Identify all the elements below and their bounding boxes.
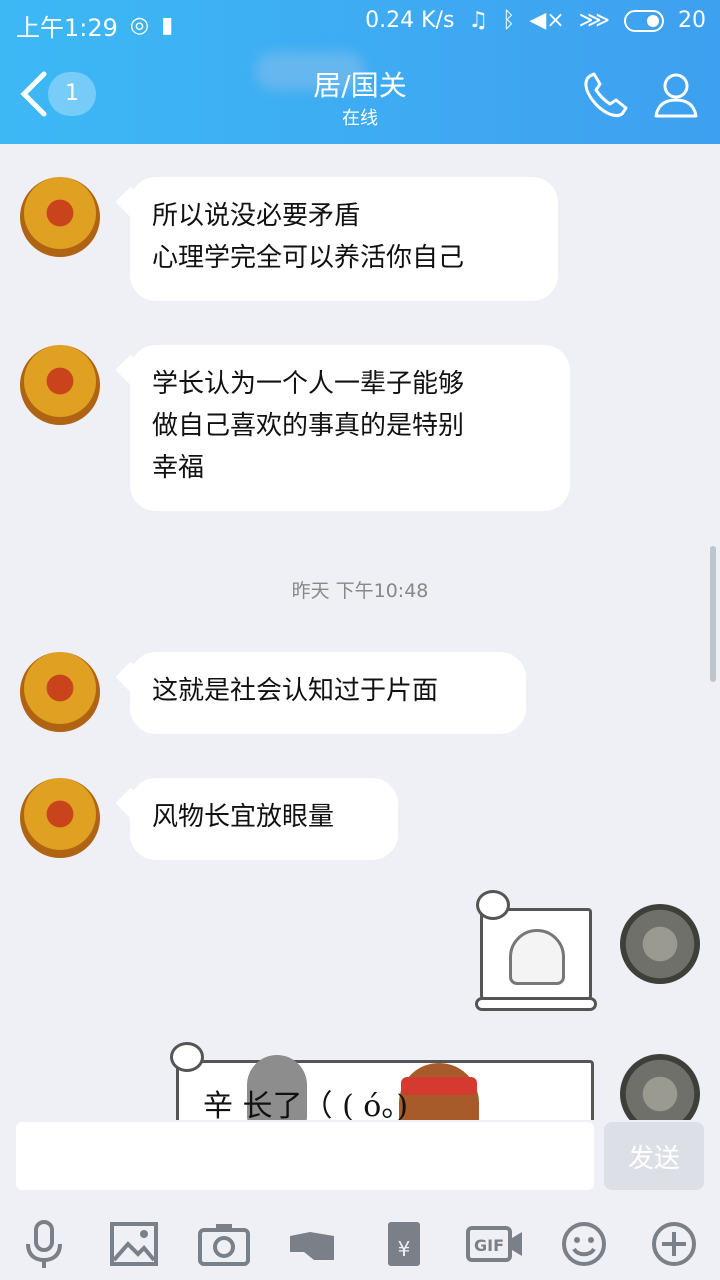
scroll-decoration (475, 997, 597, 1011)
face-icon (476, 890, 510, 920)
message-line: 幸福 (152, 453, 205, 483)
camera-icon[interactable] (194, 1216, 254, 1272)
my-avatar[interactable] (620, 904, 700, 984)
sticker-message[interactable] (475, 908, 597, 1011)
message-line: 学长认为一个人一辈子能够 (152, 369, 465, 399)
headphones-icon: ♫ (468, 8, 489, 33)
redpacket-icon[interactable]: ¥ (374, 1216, 434, 1272)
chat-header: 1 居/国关 在线 (0, 46, 720, 144)
message-line: 风物长宜放眼量 (152, 802, 335, 832)
user-icon (654, 73, 698, 118)
message-line: 心理学完全可以养活你自己 (152, 243, 465, 273)
contact-avatar[interactable] (20, 345, 100, 425)
profile-button[interactable] (652, 70, 700, 120)
message-line: 这就是社会认知过于片面 (152, 676, 439, 706)
contact-avatar[interactable] (20, 652, 100, 732)
bluetooth-icon: ᛒ (502, 8, 516, 33)
message-bubble[interactable]: 所以说没必要矛盾 心理学完全可以养活你自己 (130, 177, 558, 301)
sticker-text: 辛 长了（ ( ó。) (203, 1089, 409, 1120)
message-bubble[interactable]: 学长认为一个人一辈子能够 做自己喜欢的事真的是特别 幸福 (130, 345, 570, 511)
notification-icon: ▮ (161, 13, 174, 38)
gif-icon[interactable]: GIF (464, 1216, 524, 1272)
phone-icon (584, 72, 628, 117)
ghost-sticker-icon (509, 929, 565, 985)
message-line: 所以说没必要矛盾 (152, 201, 361, 231)
scrollbar[interactable] (710, 546, 716, 682)
message-timestamp: 昨天 下午10:48 (291, 580, 429, 602)
image-icon[interactable] (104, 1216, 164, 1272)
mic-icon[interactable] (14, 1216, 74, 1272)
svg-text:¥: ¥ (398, 1237, 411, 1261)
svg-text:GIF: GIF (474, 1236, 504, 1255)
message-bubble[interactable]: 风物长宜放眼量 (130, 778, 398, 860)
message-list[interactable]: 所以说没必要矛盾 心理学完全可以养活你自己 学长认为一个人一辈子能够 做自己喜欢… (0, 144, 720, 1120)
status-time: 上午1:29 (16, 14, 118, 42)
message-bubble[interactable]: 这就是社会认知过于片面 (130, 652, 526, 734)
contact-avatar[interactable] (20, 177, 100, 257)
contact-name: 居/国关 (313, 69, 407, 102)
sticker-message[interactable]: 辛 长了（ ( ó。) (176, 1055, 594, 1120)
hand-icon[interactable] (284, 1216, 344, 1272)
net-speed: 0.24 K/s (365, 8, 455, 33)
battery-icon (624, 9, 664, 32)
unread-badge[interactable]: 1 (48, 72, 96, 116)
call-button[interactable] (580, 70, 632, 120)
input-toolbar: ¥ GIF (0, 1204, 720, 1280)
presence-status: 在线 (342, 108, 378, 129)
input-bar: 发送 (0, 1120, 720, 1204)
status-bar: 上午1:29 ◎ ▮ 0.24 K/s ♫ ᛒ ◀× ⋙ 20 (0, 0, 720, 46)
battery-level: 20 (678, 8, 706, 33)
message-input[interactable] (16, 1122, 594, 1190)
bandana-icon (401, 1077, 477, 1095)
emoji-icon[interactable] (554, 1216, 614, 1272)
plus-icon[interactable] (644, 1216, 704, 1272)
message-line: 做自己喜欢的事真的是特别 (152, 411, 465, 441)
signal-icon: ⋙ (578, 8, 610, 33)
contact-avatar[interactable] (20, 778, 100, 858)
mute-icon: ◀× (529, 8, 565, 33)
netease-icon: ◎ (129, 13, 150, 38)
my-avatar[interactable] (620, 1054, 700, 1120)
face-icon (170, 1042, 204, 1072)
send-button[interactable]: 发送 (604, 1122, 704, 1190)
